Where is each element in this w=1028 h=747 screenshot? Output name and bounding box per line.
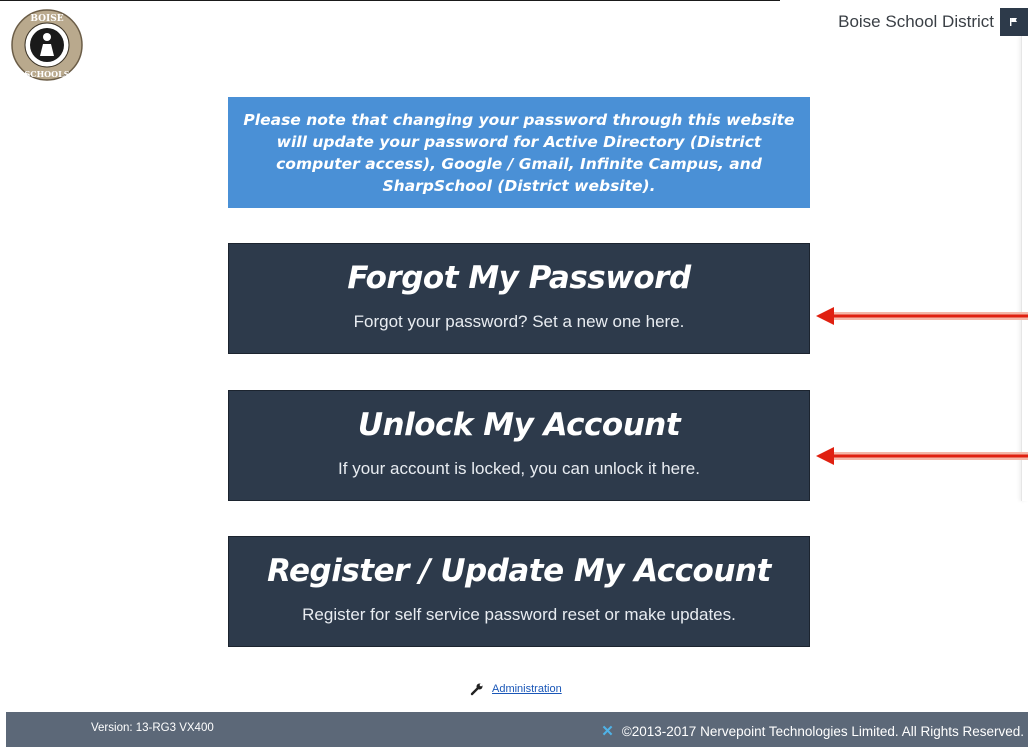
boise-schools-logo: BOISE SCHOOLS (6, 8, 88, 82)
header-divider (0, 0, 780, 1)
wrench-icon (470, 683, 483, 696)
card-title: Register / Update My Account (267, 553, 771, 589)
district-name: Boise School District (838, 12, 994, 31)
card-subtitle: Forgot your password? Set a new one here… (353, 312, 685, 331)
footer: Version: 13-RG3 VX400 ✕ ©2013-2017 Nerve… (6, 712, 1028, 747)
menu-button[interactable] (1000, 8, 1028, 36)
card-subtitle: Register for self service password reset… (302, 605, 736, 624)
version-text: Version: 13-RG3 VX400 (91, 722, 214, 734)
card-title: Unlock My Account (357, 407, 681, 443)
svg-text:SCHOOLS: SCHOOLS (24, 69, 69, 79)
copyright-text: ©2013-2017 Nervepoint Technologies Limit… (621, 723, 1024, 739)
admin-row: Administration (470, 682, 562, 696)
nervepoint-x-icon: ✕ (601, 723, 614, 740)
flag-icon (1010, 18, 1017, 26)
register-update-card[interactable]: Register / Update My Account Register fo… (228, 536, 810, 647)
card-title: Forgot My Password (347, 260, 691, 296)
card-subtitle: If your account is locked, you can unloc… (338, 459, 700, 478)
svg-text:BOISE: BOISE (30, 14, 63, 24)
copyright: ✕ ©2013-2017 Nervepoint Technologies Lim… (601, 722, 1024, 740)
unlock-account-card[interactable]: Unlock My Account If your account is loc… (228, 390, 810, 501)
password-notice: Please note that changing your password … (228, 97, 810, 208)
notice-text: Please note that changing your password … (243, 110, 795, 195)
red-arrow-icon (816, 447, 1028, 465)
forgot-password-card[interactable]: Forgot My Password Forgot your password?… (228, 243, 810, 354)
administration-link[interactable]: Administration (492, 683, 562, 695)
red-arrow-icon (816, 307, 1028, 325)
side-panel-edge (1021, 36, 1028, 501)
